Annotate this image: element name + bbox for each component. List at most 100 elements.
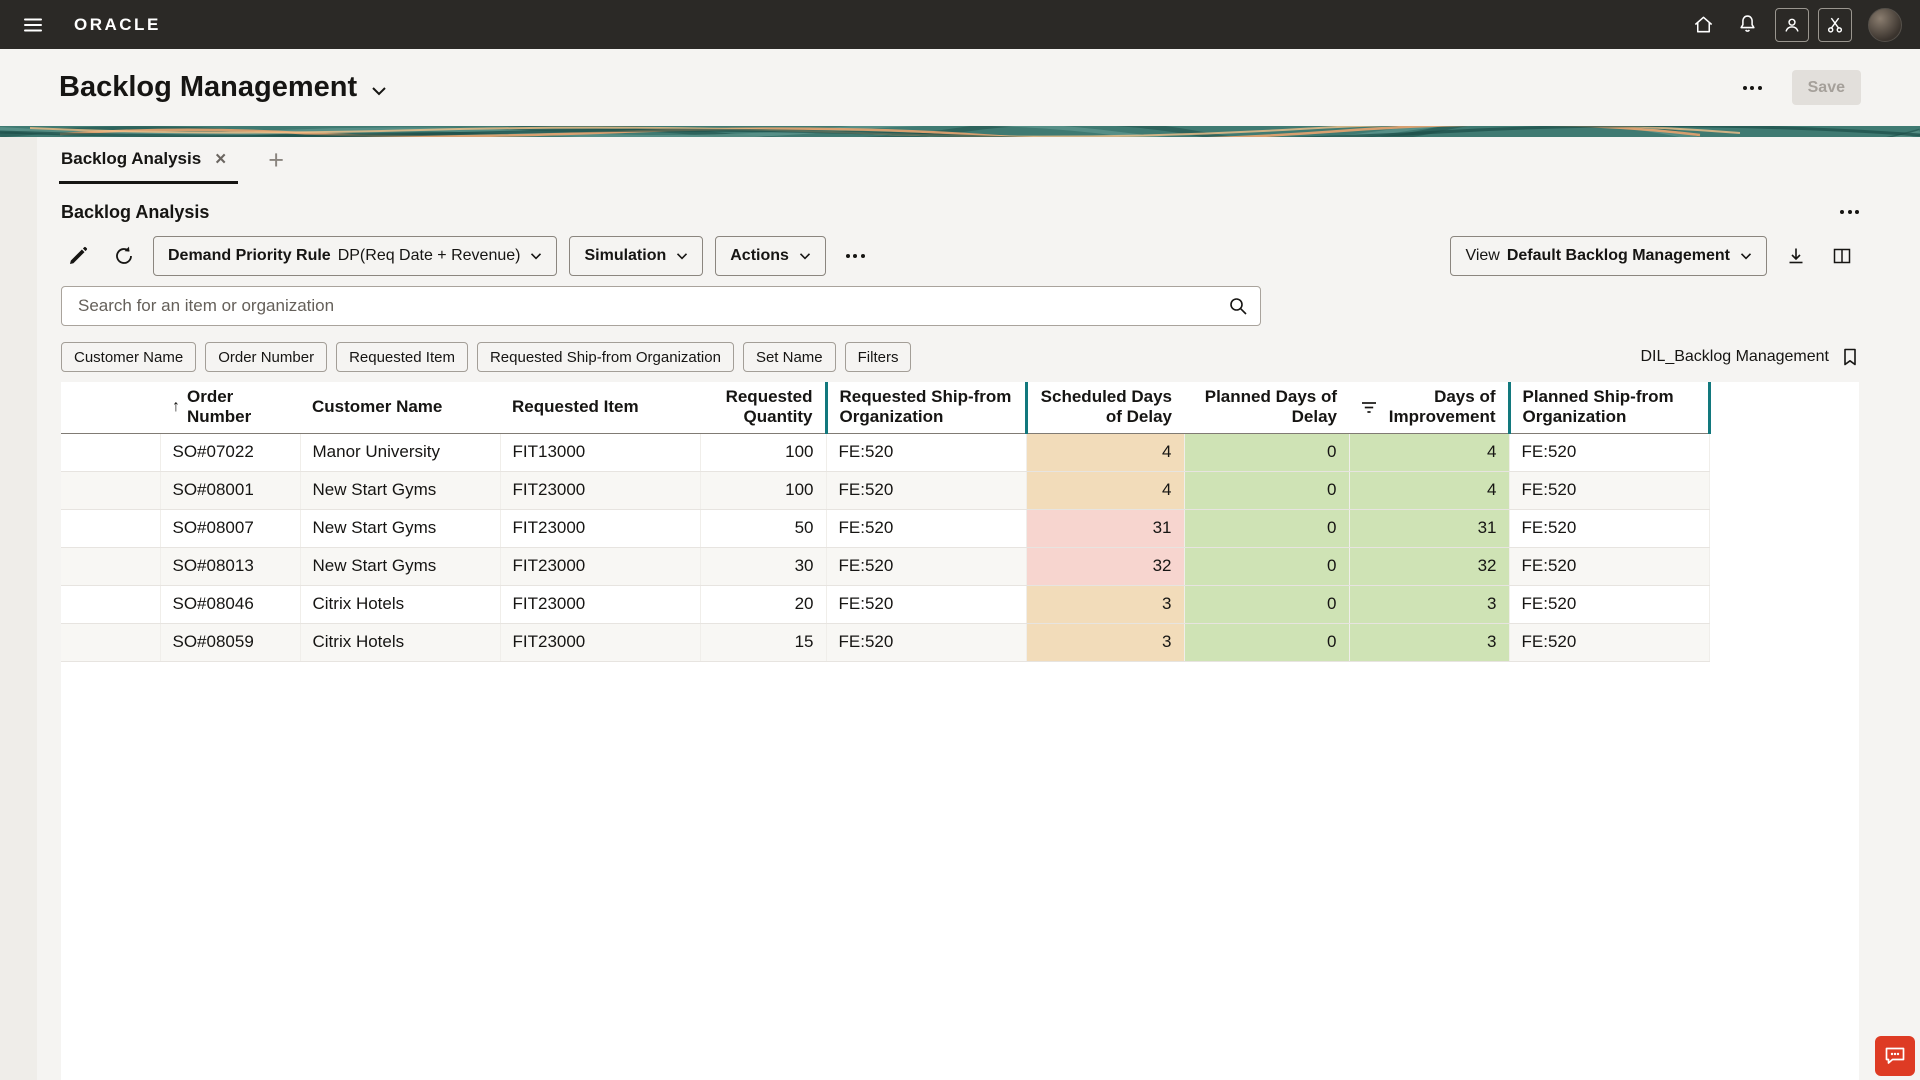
close-tab-icon[interactable]: × xyxy=(215,150,226,169)
column-header-qty[interactable]: Requested Quantity xyxy=(700,382,826,433)
table-row-so-08059[interactable]: SO#08059Citrix HotelsFIT2300015FE:520303… xyxy=(61,623,1709,661)
table-row-so-07022[interactable]: SO#07022Manor UniversityFIT13000100FE:52… xyxy=(61,433,1709,471)
column-header-planned_ship[interactable]: Planned Ship-from Organization xyxy=(1509,382,1709,433)
column-header-improve[interactable]: Days of Improvement xyxy=(1349,382,1509,433)
cell-order: SO#07022 xyxy=(160,433,300,471)
cell-sched: 3 xyxy=(1026,585,1184,623)
column-header-label: Requested Item xyxy=(512,397,639,417)
simulation-dropdown[interactable]: Simulation xyxy=(569,236,703,276)
cell-sched: 31 xyxy=(1026,509,1184,547)
cell-improve: 32 xyxy=(1349,547,1509,585)
oracle-logo: ORACLE xyxy=(74,15,161,35)
bookmark-icon[interactable] xyxy=(1841,342,1859,372)
toolbar-overflow-icon[interactable] xyxy=(846,241,865,271)
column-header-label: Requested Quantity xyxy=(712,387,813,427)
column-header-ship_from[interactable]: Requested Ship-from Organization xyxy=(826,382,1026,433)
cell-item: FIT23000 xyxy=(500,585,700,623)
filter-chip-filters[interactable]: Filters xyxy=(845,342,912,372)
cell-customer: Citrix Hotels xyxy=(300,623,500,661)
filter-chip-order-number[interactable]: Order Number xyxy=(205,342,327,372)
cell-improve: 31 xyxy=(1349,509,1509,547)
panel-more-actions-icon[interactable] xyxy=(1840,197,1859,227)
cell-planned_ship: FE:520 xyxy=(1509,433,1709,471)
cell-order: SO#08001 xyxy=(160,471,300,509)
add-tab-icon[interactable]: + xyxy=(262,147,290,174)
header-more-actions-icon[interactable] xyxy=(1743,73,1762,103)
cell-planned_ship: FE:520 xyxy=(1509,471,1709,509)
cell-rowsel xyxy=(61,433,160,471)
actions-dropdown[interactable]: Actions xyxy=(715,236,826,276)
download-icon[interactable] xyxy=(1779,239,1813,273)
cell-rowsel xyxy=(61,547,160,585)
table-row-so-08013[interactable]: SO#08013New Start GymsFIT2300030FE:52032… xyxy=(61,547,1709,585)
cell-ship_from: FE:520 xyxy=(826,623,1026,661)
simulation-label: Simulation xyxy=(584,247,666,265)
filter-chip-customer-name[interactable]: Customer Name xyxy=(61,342,196,372)
cell-planned: 0 xyxy=(1184,471,1349,509)
cell-item: FIT23000 xyxy=(500,509,700,547)
app-header: Backlog Management Save xyxy=(0,49,1920,126)
split-columns-icon[interactable] xyxy=(1825,239,1859,273)
cell-customer: New Start Gyms xyxy=(300,509,500,547)
filter-chip-set-name[interactable]: Set Name xyxy=(743,342,836,372)
table-row-so-08046[interactable]: SO#08046Citrix HotelsFIT2300020FE:520303… xyxy=(61,585,1709,623)
column-header-sched[interactable]: Scheduled Days of Delay xyxy=(1026,382,1184,433)
cell-qty: 15 xyxy=(700,623,826,661)
edit-pencil-icon[interactable] xyxy=(61,239,95,273)
refresh-icon[interactable] xyxy=(107,239,141,273)
header-actions: Save xyxy=(1743,70,1861,105)
cell-planned_ship: FE:520 xyxy=(1509,547,1709,585)
person-icon[interactable] xyxy=(1775,8,1809,42)
table-row-so-08007[interactable]: SO#08007New Start GymsFIT2300050FE:52031… xyxy=(61,509,1709,547)
cell-planned: 0 xyxy=(1184,547,1349,585)
column-header-label: Order Number xyxy=(187,387,288,427)
view-dropdown[interactable]: View Default Backlog Management xyxy=(1450,236,1767,276)
column-header-order[interactable]: ↑Order Number xyxy=(160,382,300,433)
table-row-so-08001[interactable]: SO#08001New Start GymsFIT23000100FE:5204… xyxy=(61,471,1709,509)
column-header-label: Customer Name xyxy=(312,397,442,417)
ellipsis-icon xyxy=(1840,210,1859,214)
notifications-bell-icon[interactable] xyxy=(1728,6,1766,44)
cell-item: FIT23000 xyxy=(500,623,700,661)
scissors-icon[interactable] xyxy=(1818,8,1852,42)
column-header-rowsel[interactable] xyxy=(61,382,160,433)
search-icon[interactable] xyxy=(1228,296,1248,319)
actions-label: Actions xyxy=(730,247,789,265)
cell-sched: 4 xyxy=(1026,433,1184,471)
cell-planned_ship: FE:520 xyxy=(1509,585,1709,623)
cell-item: FIT13000 xyxy=(500,433,700,471)
cell-customer: Manor University xyxy=(300,433,500,471)
cell-rowsel xyxy=(61,585,160,623)
column-header-item[interactable]: Requested Item xyxy=(500,382,700,433)
topbar-actions xyxy=(1678,6,1906,44)
search-input[interactable] xyxy=(61,286,1261,326)
page-title[interactable]: Backlog Management xyxy=(59,71,387,104)
column-header-planned[interactable]: Planned Days of Delay xyxy=(1184,382,1349,433)
hamburger-menu-icon[interactable] xyxy=(14,6,52,44)
cell-item: FIT23000 xyxy=(500,547,700,585)
filter-chip-requested-item[interactable]: Requested Item xyxy=(336,342,468,372)
cell-customer: New Start Gyms xyxy=(300,471,500,509)
column-header-label: Requested Ship-from Organization xyxy=(840,387,1013,427)
tab-backlog-analysis[interactable]: Backlog Analysis × xyxy=(59,137,238,184)
cell-rowsel xyxy=(61,509,160,547)
cell-planned: 0 xyxy=(1184,585,1349,623)
cell-customer: New Start Gyms xyxy=(300,547,500,585)
column-header-label: Scheduled Days of Delay xyxy=(1040,387,1173,427)
cell-sched: 4 xyxy=(1026,471,1184,509)
demand-priority-rule-label: Demand Priority Rule xyxy=(168,247,331,265)
title-chevron-down-icon xyxy=(371,71,387,104)
column-header-customer[interactable]: Customer Name xyxy=(300,382,500,433)
filter-chip-requested-ship-from-organization[interactable]: Requested Ship-from Organization xyxy=(477,342,734,372)
demand-priority-rule-dropdown[interactable]: Demand Priority Rule DP(Req Date + Reven… xyxy=(153,236,557,276)
save-button[interactable]: Save xyxy=(1792,70,1861,105)
home-icon[interactable] xyxy=(1684,6,1722,44)
column-header-label: Planned Ship-from Organization xyxy=(1523,387,1696,427)
feedback-chat-button[interactable] xyxy=(1875,1036,1915,1076)
cell-qty: 100 xyxy=(700,471,826,509)
decorative-banner xyxy=(0,126,1920,137)
toolbar: Demand Priority Rule DP(Req Date + Reven… xyxy=(61,236,1859,276)
user-avatar[interactable] xyxy=(1868,8,1902,42)
filter-bar: Customer Name Order Number Requested Item R… xyxy=(61,342,1859,372)
cell-sched: 3 xyxy=(1026,623,1184,661)
